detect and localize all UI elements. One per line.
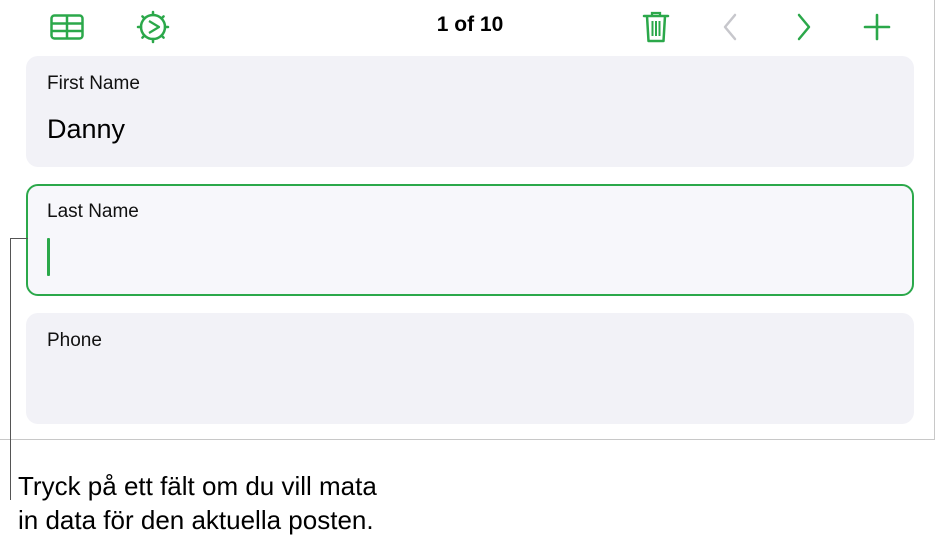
phone-field[interactable]: Phone xyxy=(26,313,914,424)
trash-icon[interactable] xyxy=(638,9,674,45)
callout-line-1: Tryck på ett fält om du vill mata xyxy=(18,471,377,501)
table-icon[interactable] xyxy=(49,9,85,45)
text-cursor xyxy=(47,238,50,276)
first-name-value[interactable]: Danny xyxy=(47,114,125,145)
toolbar: 1 of 10 xyxy=(0,0,934,52)
callout-pointer xyxy=(10,238,28,239)
first-name-field[interactable]: First Name Danny xyxy=(26,56,914,167)
last-name-label: Last Name xyxy=(47,201,139,222)
first-name-label: First Name xyxy=(47,73,140,94)
chevron-left-icon[interactable] xyxy=(712,9,748,45)
format-icon[interactable] xyxy=(135,9,171,45)
callout-line-2: in data för den aktuella posten. xyxy=(18,505,374,535)
phone-label: Phone xyxy=(47,330,102,351)
record-counter: 1 of 10 xyxy=(436,13,504,36)
chevron-right-icon[interactable] xyxy=(786,9,822,45)
plus-icon[interactable] xyxy=(859,9,895,45)
last-name-field[interactable]: Last Name xyxy=(26,184,914,296)
form-screen: 1 of 10 First Name Danny Last Name Phone xyxy=(0,0,935,440)
callout-line xyxy=(10,238,11,500)
callout-caption: Tryck på ett fält om du vill mata in dat… xyxy=(18,469,377,537)
